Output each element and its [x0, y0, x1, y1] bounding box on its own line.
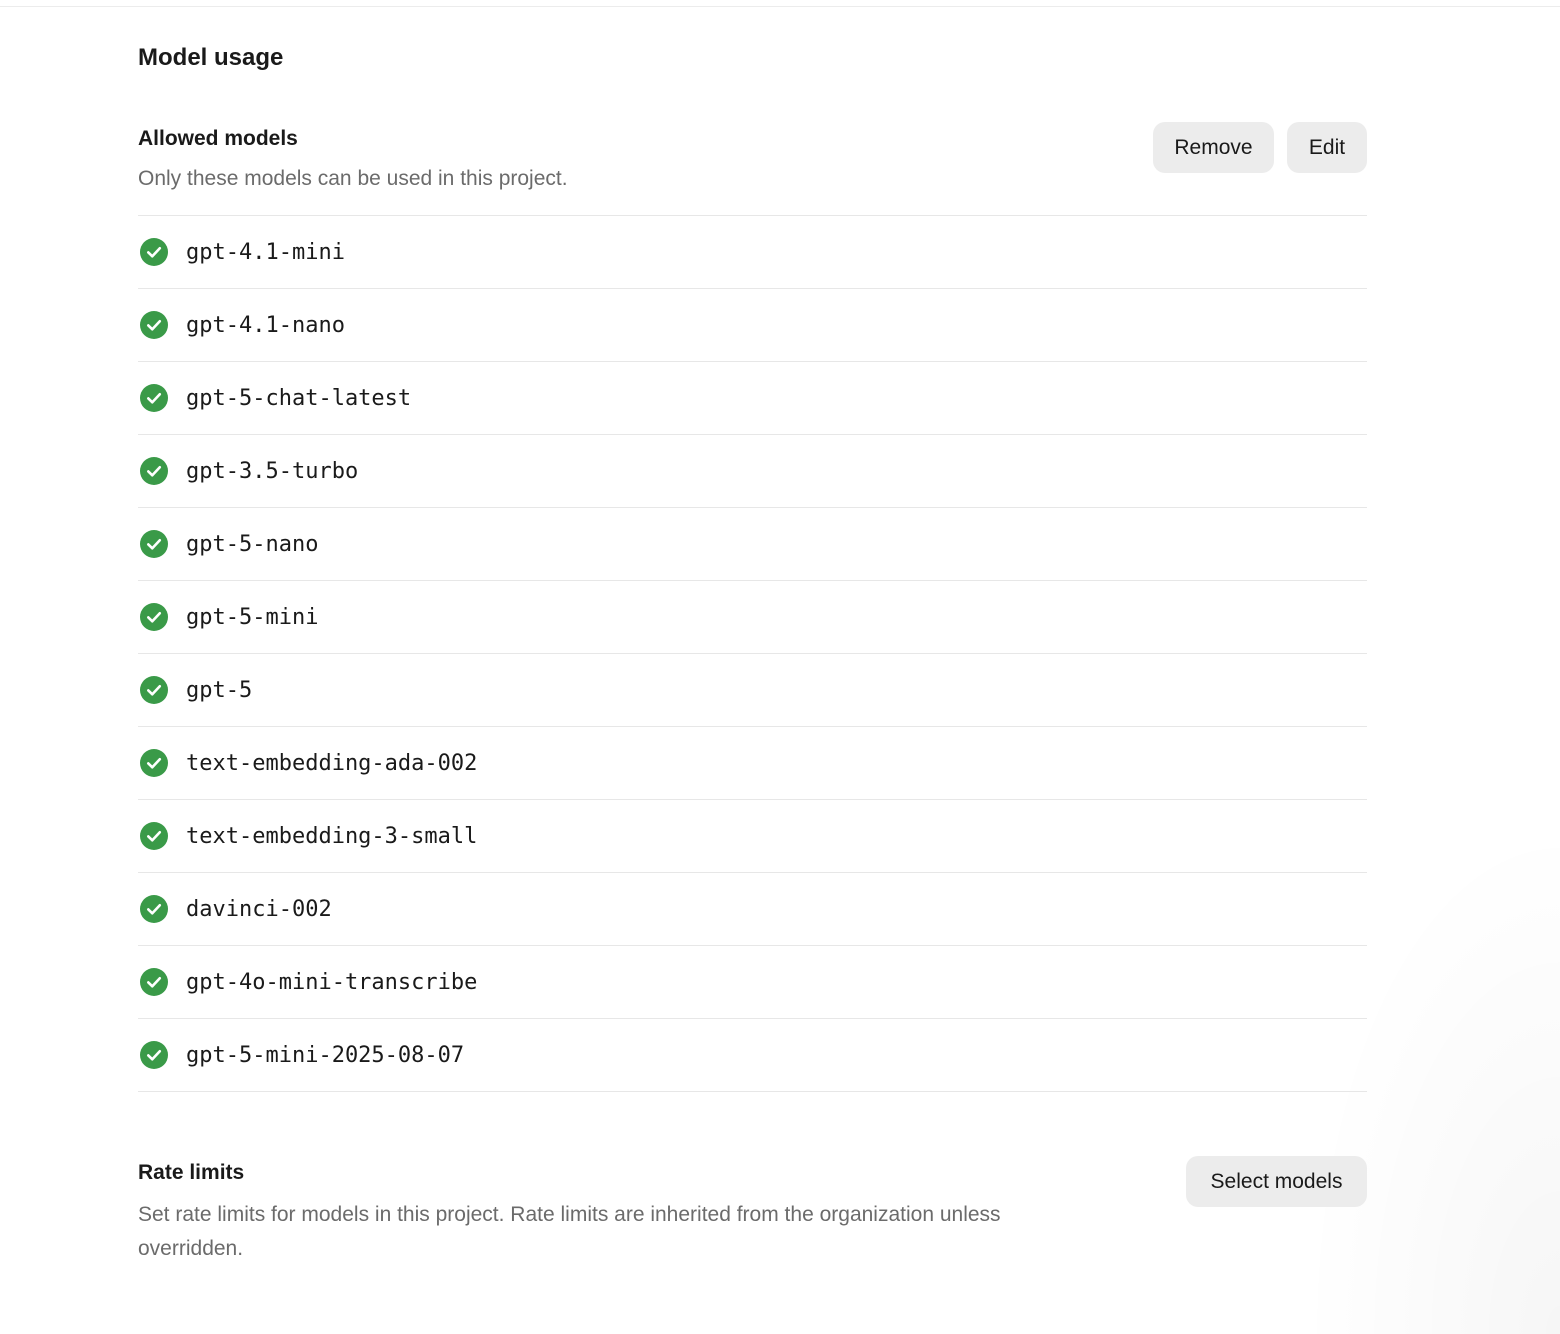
model-name: gpt-4o-mini-transcribe	[186, 969, 478, 995]
model-name: gpt-5-mini-2025-08-07	[186, 1042, 465, 1068]
model-row: gpt-4.1-mini	[138, 216, 1367, 289]
model-row: text-embedding-ada-002	[138, 727, 1367, 800]
model-row: gpt-5-mini-2025-08-07	[138, 1019, 1367, 1092]
check-circle-icon	[140, 603, 168, 631]
allowed-models-header: Allowed models Only these models can be …	[138, 122, 1367, 215]
model-row: davinci-002	[138, 873, 1367, 946]
model-row: gpt-5-mini	[138, 581, 1367, 654]
select-models-button[interactable]: Select models	[1186, 1156, 1367, 1207]
model-row: gpt-4.1-nano	[138, 289, 1367, 362]
model-name: gpt-5	[186, 677, 253, 703]
remove-button[interactable]: Remove	[1153, 122, 1274, 173]
check-circle-icon	[140, 895, 168, 923]
model-name: text-embedding-ada-002	[186, 750, 478, 776]
rate-limits-section: Rate limits Set rate limits for models i…	[138, 1156, 1367, 1276]
allowed-models-description: Only these models can be used in this pr…	[138, 167, 568, 190]
rate-limits-title: Rate limits	[138, 1161, 245, 1184]
model-name: text-embedding-3-small	[186, 823, 478, 849]
check-circle-icon	[140, 457, 168, 485]
model-row: gpt-5-nano	[138, 508, 1367, 581]
model-name: gpt-3.5-turbo	[186, 458, 359, 484]
model-name: gpt-5-mini	[186, 604, 319, 630]
allowed-models-title: Allowed models	[138, 127, 298, 150]
check-circle-icon	[140, 1041, 168, 1069]
check-circle-icon	[140, 530, 168, 558]
model-name: gpt-5-chat-latest	[186, 385, 412, 411]
check-circle-icon	[140, 238, 168, 266]
check-circle-icon	[140, 384, 168, 412]
edit-button[interactable]: Edit	[1287, 122, 1367, 173]
check-circle-icon	[140, 968, 168, 996]
check-circle-icon	[140, 311, 168, 339]
section-title: Model usage	[138, 44, 284, 71]
model-name: davinci-002	[186, 896, 332, 922]
allowed-models-list: gpt-4.1-mini gpt-4.1-nano gpt-5-chat-lat…	[138, 215, 1367, 1092]
check-circle-icon	[140, 676, 168, 704]
check-circle-icon	[140, 822, 168, 850]
model-name: gpt-5-nano	[186, 531, 319, 557]
model-name: gpt-4.1-nano	[186, 312, 345, 338]
model-row: gpt-3.5-turbo	[138, 435, 1367, 508]
model-name: gpt-4.1-mini	[186, 239, 345, 265]
check-circle-icon	[140, 749, 168, 777]
rate-limits-description: Set rate limits for models in this proje…	[138, 1203, 1001, 1260]
model-row: text-embedding-3-small	[138, 800, 1367, 873]
model-row: gpt-4o-mini-transcribe	[138, 946, 1367, 1019]
model-row: gpt-5	[138, 654, 1367, 727]
top-divider	[0, 6, 1560, 7]
model-row: gpt-5-chat-latest	[138, 362, 1367, 435]
